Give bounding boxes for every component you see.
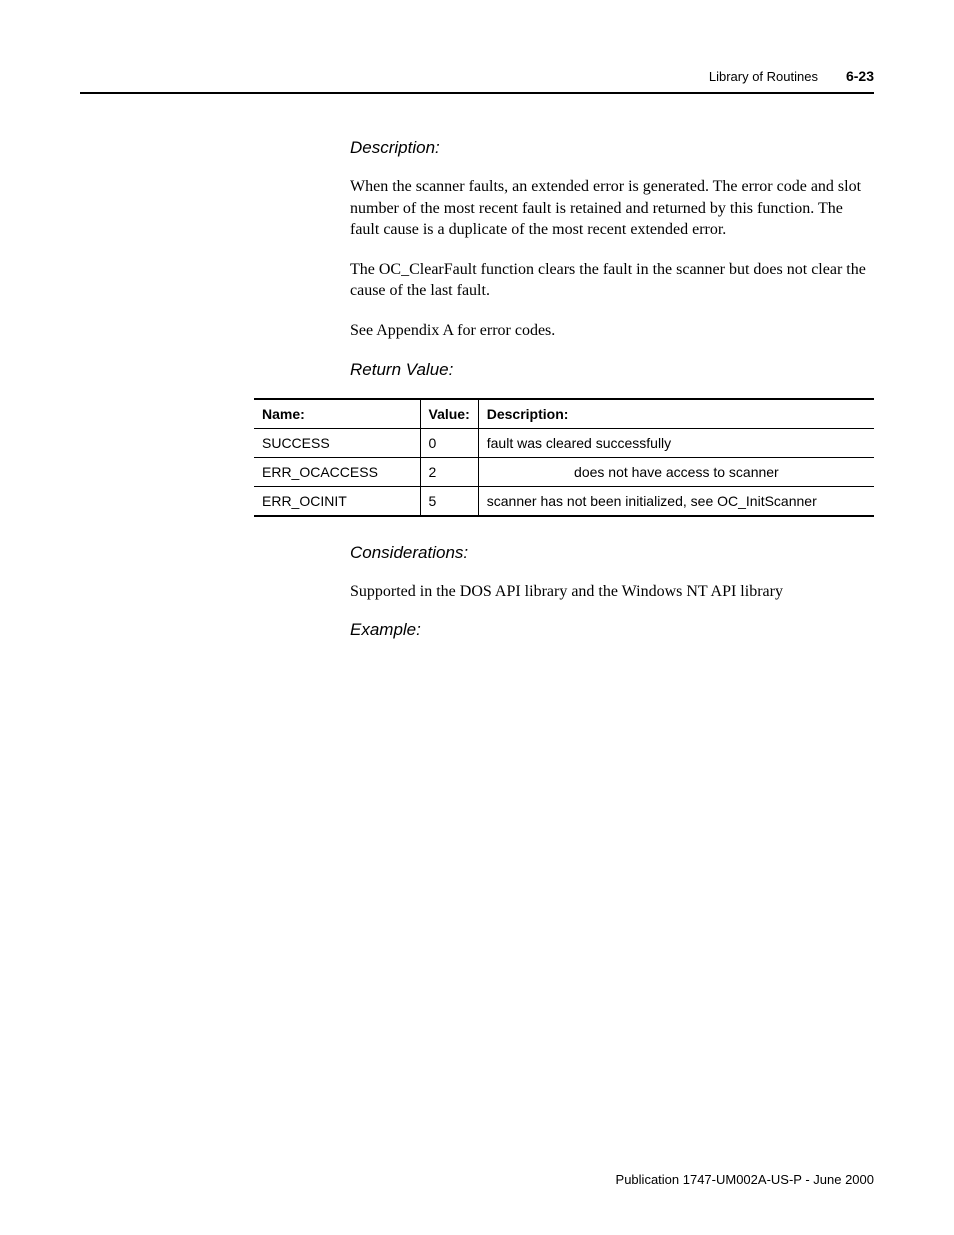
cell-name: ERR_OCACCESS [254,457,420,486]
col-header-name: Name: [254,399,420,429]
considerations-heading: Considerations: [350,543,874,563]
footer-publication: Publication 1747-UM002A-US-P - June 2000 [616,1172,874,1187]
cell-name: SUCCESS [254,428,420,457]
cell-description: does not have access to scanner [478,457,874,486]
table-row: ERR_OCINIT 5 scanner has not been initia… [254,486,874,516]
cell-description: scanner has not been initialized, see OC… [478,486,874,516]
cell-value: 5 [420,486,478,516]
example-heading: Example: [350,620,874,640]
description-para-2: The OC_ClearFault function clears the fa… [350,259,874,302]
description-para-3: See Appendix A for error codes. [350,320,874,342]
description-heading: Description: [350,138,874,158]
cell-description: fault was cleared successfully [478,428,874,457]
description-section: Description: When the scanner faults, an… [350,138,874,380]
header-title: Library of Routines [709,69,818,84]
col-header-value: Value: [420,399,478,429]
considerations-para: Supported in the DOS API library and the… [350,581,874,603]
considerations-section: Considerations: Supported in the DOS API… [350,543,874,641]
table-row: SUCCESS 0 fault was cleared successfully [254,428,874,457]
page-content: Library of Routines 6-23 Description: Wh… [0,0,954,640]
cell-name: ERR_OCINIT [254,486,420,516]
return-value-table-wrap: Name: Value: Description: SUCCESS 0 faul… [254,398,874,517]
table-row: ERR_OCACCESS 2 does not have access to s… [254,457,874,486]
table-header-row: Name: Value: Description: [254,399,874,429]
col-header-description: Description: [478,399,874,429]
description-para-1: When the scanner faults, an extended err… [350,176,874,241]
return-value-heading: Return Value: [350,360,874,380]
header-rule [80,92,874,94]
header-page-number: 6-23 [846,68,874,84]
cell-value: 0 [420,428,478,457]
cell-value: 2 [420,457,478,486]
return-value-table: Name: Value: Description: SUCCESS 0 faul… [254,398,874,517]
running-header: Library of Routines 6-23 [80,68,874,84]
